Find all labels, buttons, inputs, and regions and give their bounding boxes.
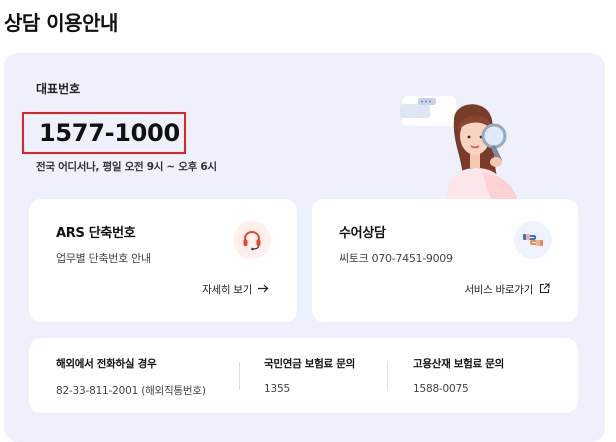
representative-label: 대표번호 bbox=[36, 82, 81, 96]
representative-number: 1577-1000 bbox=[22, 112, 186, 154]
counselor-illustration bbox=[396, 90, 536, 202]
headset-icon bbox=[233, 221, 271, 259]
ars-card-description: 업무별 단축번호 안내 bbox=[56, 252, 151, 265]
arrow-right-icon bbox=[258, 284, 269, 296]
divider bbox=[387, 362, 388, 390]
sign-service-link[interactable]: 서비스 바로가기 bbox=[464, 282, 550, 297]
pension-contact-title: 국민연금 보험료 문의 bbox=[264, 358, 355, 370]
pension-contact-number: 1355 bbox=[264, 383, 290, 395]
ars-card: ARS 단축번호 업무별 단축번호 안내 자세히 보기 bbox=[29, 199, 297, 322]
page-title: 상담 이용안내 bbox=[4, 11, 118, 35]
representative-hours: 전국 어디서나, 평일 오전 9시 ~ 오후 6시 bbox=[36, 161, 217, 173]
other-contacts-card: 해외에서 전화하실 경우 82-33-811-2001 (해외직통번호) 국민연… bbox=[29, 338, 578, 413]
overseas-contact-number: 82-33-811-2001 (해외직통번호) bbox=[56, 385, 206, 397]
employment-insurance-contact-number: 1588-0075 bbox=[413, 383, 469, 395]
sign-service-link-label: 서비스 바로가기 bbox=[464, 284, 533, 296]
employment-insurance-contact-title: 고용산재 보험료 문의 bbox=[413, 358, 504, 370]
sign-language-card: 수어상담 씨토크 070-7451-9009 서비스 바로가기 bbox=[312, 199, 578, 322]
overseas-contact-title: 해외에서 전화하실 경우 bbox=[56, 358, 157, 370]
external-link-icon bbox=[539, 282, 550, 297]
pension-contact: 국민연금 보험료 문의 1355 bbox=[264, 356, 355, 395]
sign-language-icon bbox=[514, 221, 552, 259]
representative-number-text: 1577-1000 bbox=[39, 119, 180, 147]
ars-card-title: ARS 단축번호 bbox=[56, 226, 136, 241]
employment-insurance-contact: 고용산재 보험료 문의 1588-0075 bbox=[413, 356, 504, 395]
sign-card-description: 씨토크 070-7451-9009 bbox=[339, 252, 453, 265]
divider bbox=[239, 362, 240, 390]
ars-detail-link[interactable]: 자세히 보기 bbox=[202, 282, 269, 297]
overseas-contact: 해외에서 전화하실 경우 82-33-811-2001 (해외직통번호) bbox=[56, 356, 206, 398]
sign-card-title: 수어상담 bbox=[339, 226, 386, 241]
ars-detail-link-label: 자세히 보기 bbox=[202, 284, 252, 296]
